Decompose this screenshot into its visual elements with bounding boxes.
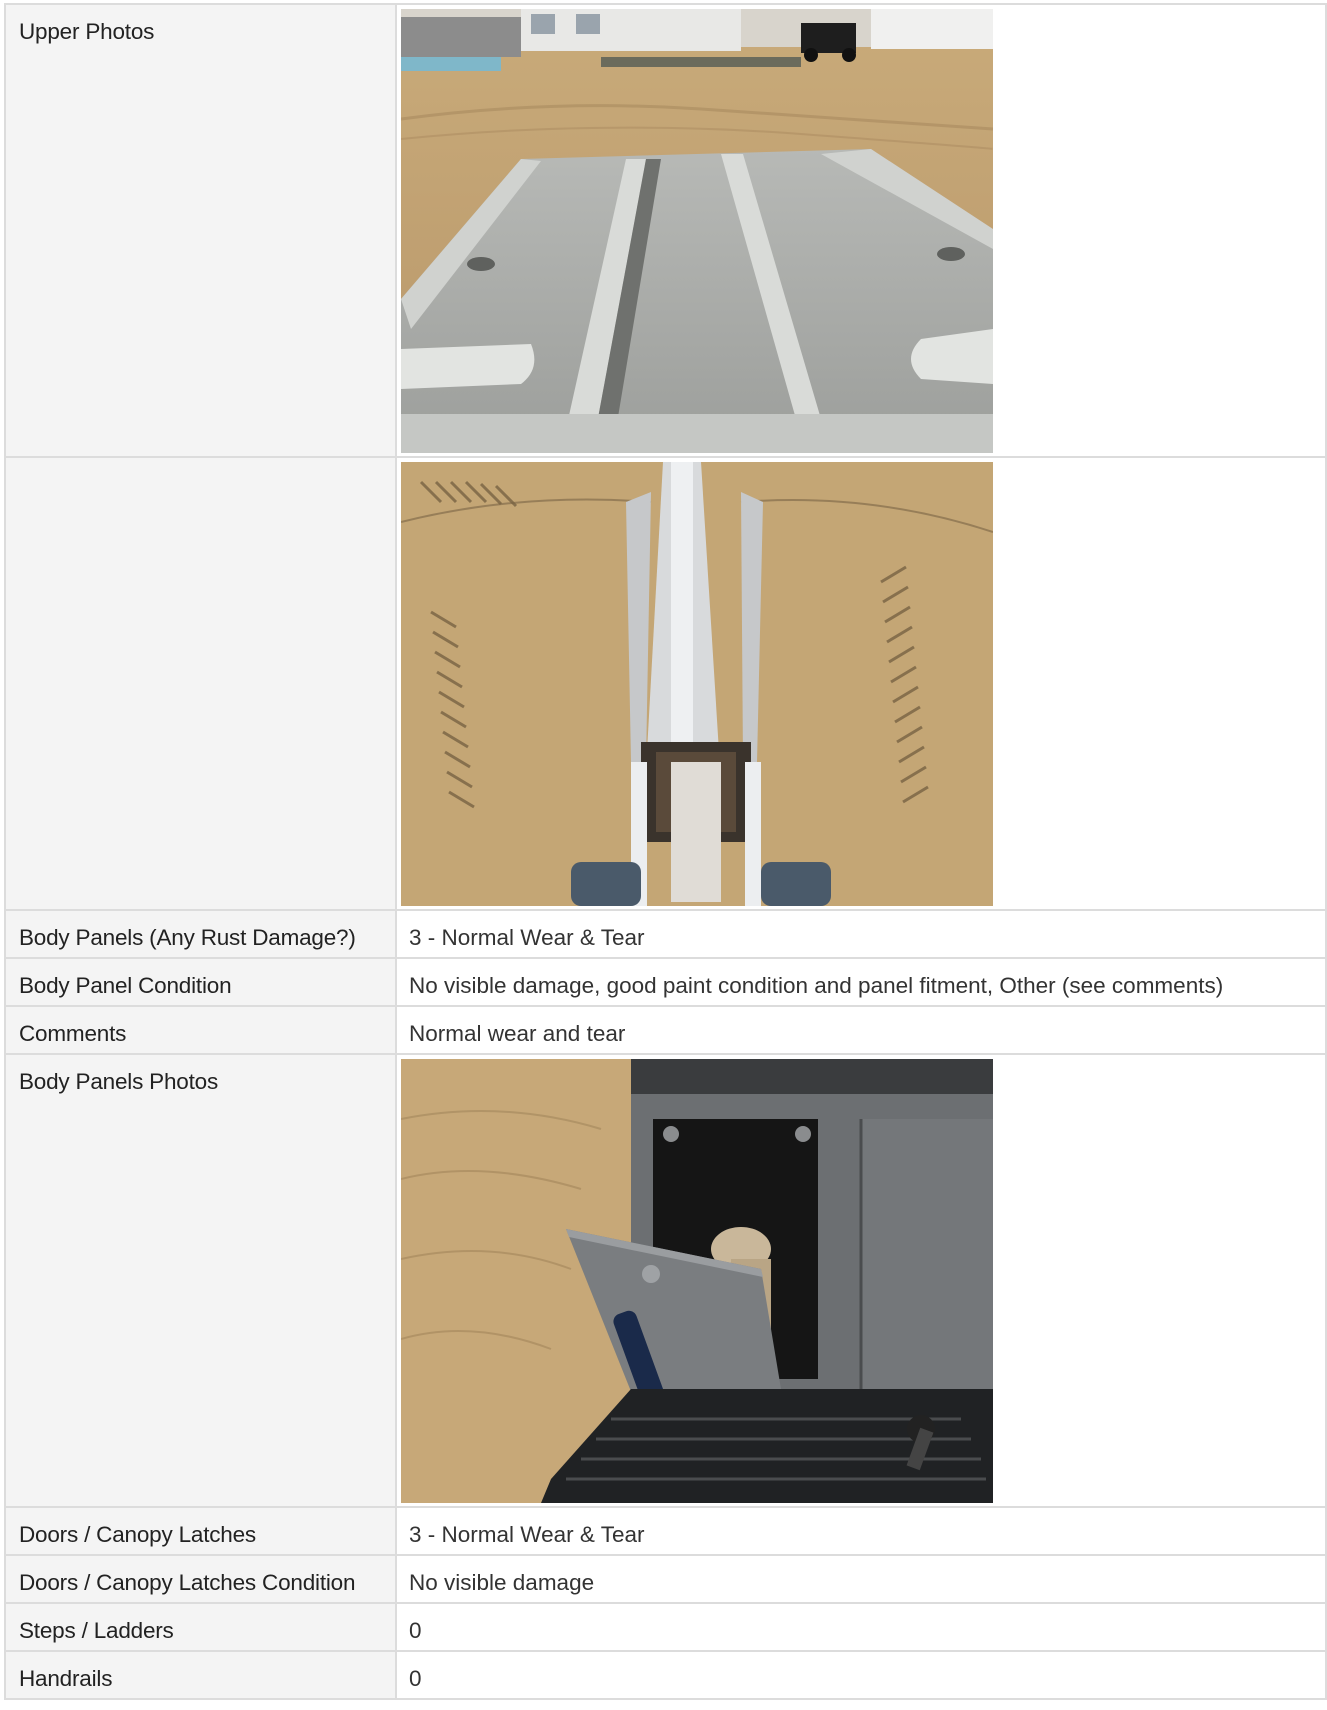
row-value: No visible damage — [395, 1554, 1327, 1604]
row-label: Doors / Canopy Latches Condition — [4, 1554, 397, 1604]
row-label: Steps / Ladders — [4, 1602, 397, 1652]
table-row: Handrails 0 — [4, 1650, 1327, 1700]
row-value: Normal wear and tear — [395, 1005, 1327, 1055]
row-label: Body Panels Photos — [4, 1053, 397, 1508]
table-row: Doors / Canopy Latches Condition No visi… — [4, 1554, 1327, 1604]
row-value: 0 — [395, 1650, 1327, 1700]
row-photo-cell — [395, 456, 1327, 911]
row-label: Upper Photos — [4, 3, 397, 458]
row-label: Body Panels (Any Rust Damage?) — [4, 909, 397, 959]
table-row: Upper Photos — [4, 3, 1327, 458]
table-row: Comments Normal wear and tear — [4, 1005, 1327, 1055]
table-row: Body Panels (Any Rust Damage?) 3 - Norma… — [4, 909, 1327, 959]
row-value: 0 — [395, 1602, 1327, 1652]
table-row — [4, 456, 1327, 911]
row-label: Comments — [4, 1005, 397, 1055]
canopy-roof-photo[interactable] — [401, 9, 993, 453]
table-row: Body Panel Condition No visible damage, … — [4, 957, 1327, 1007]
row-value: No visible damage, good paint condition … — [395, 957, 1327, 1007]
table-row: Steps / Ladders 0 — [4, 1602, 1327, 1652]
body-panel-access-door-photo[interactable] — [401, 1059, 993, 1503]
inspection-report: Upper Photos Body Panels (Any Rust Damag… — [4, 3, 1327, 1700]
boom-arm-photo[interactable] — [401, 462, 993, 906]
row-value: 3 - Normal Wear & Tear — [395, 1506, 1327, 1556]
row-label: Doors / Canopy Latches — [4, 1506, 397, 1556]
inspection-table: Upper Photos Body Panels (Any Rust Damag… — [4, 3, 1327, 1700]
table-row: Doors / Canopy Latches 3 - Normal Wear &… — [4, 1506, 1327, 1556]
row-photo-cell — [395, 1053, 1327, 1508]
row-label: Body Panel Condition — [4, 957, 397, 1007]
row-photo-cell — [395, 3, 1327, 458]
row-label: Handrails — [4, 1650, 397, 1700]
table-row: Body Panels Photos — [4, 1053, 1327, 1508]
row-value: 3 - Normal Wear & Tear — [395, 909, 1327, 959]
row-label — [4, 456, 397, 911]
